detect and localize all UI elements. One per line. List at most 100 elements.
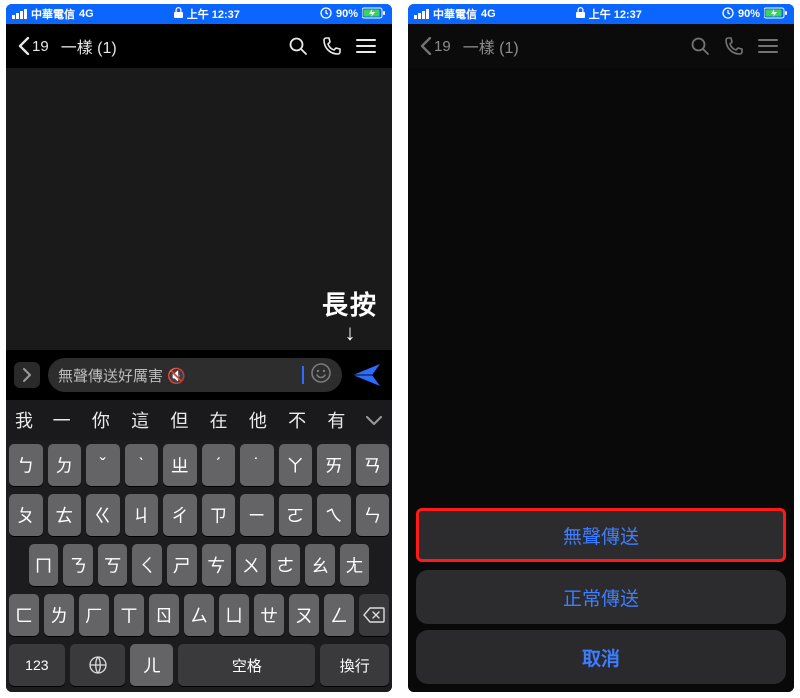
key[interactable]: ˋ xyxy=(125,444,159,486)
candidate[interactable]: 這 xyxy=(121,407,160,433)
network-label: 4G xyxy=(79,8,94,20)
candidate[interactable]: 不 xyxy=(278,407,317,433)
rotation-lock-icon xyxy=(320,7,332,22)
search-button[interactable] xyxy=(284,36,312,56)
key[interactable]: ㄡ xyxy=(289,594,319,636)
key[interactable]: ㄞ xyxy=(317,444,351,486)
phone-right: 中華電信 4G 上午 12:37 90% 19 一樣 (1) 無聲傳送 正常傳送 xyxy=(408,4,794,692)
chat-title[interactable]: 一樣 (1) xyxy=(463,34,519,58)
key[interactable]: ㄊ xyxy=(48,494,82,536)
keyboard: ㄅ ㄉ ˇ ˋ ㄓ ˊ ˙ ㄚ ㄞ ㄢ ㄆ ㄊ ㄍ ㄐ ㄔ ㄗ ㄧ ㄛ ㄟ ㄣ … xyxy=(6,440,392,692)
carrier-label: 中華電信 xyxy=(31,6,75,22)
search-icon xyxy=(690,36,710,56)
menu-button[interactable] xyxy=(352,38,380,54)
chat-area[interactable]: 長按 ↓ xyxy=(6,68,392,350)
key[interactable]: ㄔ xyxy=(163,494,197,536)
key[interactable]: ㄕ xyxy=(167,544,197,586)
key[interactable]: ㄉ xyxy=(48,444,82,486)
key[interactable]: ㄢ xyxy=(356,444,390,486)
sheet-silent-send[interactable]: 無聲傳送 xyxy=(416,508,786,562)
key[interactable]: ㄟ xyxy=(317,494,351,536)
key[interactable]: ㄣ xyxy=(356,494,390,536)
phone-icon xyxy=(322,36,342,56)
key[interactable]: ㄖ xyxy=(149,594,179,636)
candidate-bar: 我 一 你 這 但 在 他 不 有 xyxy=(6,400,392,440)
key[interactable]: ˊ xyxy=(202,444,236,486)
clock-label: 上午 12:37 xyxy=(187,6,240,22)
key[interactable]: ㄜ xyxy=(271,544,301,586)
key[interactable]: ㄧ xyxy=(240,494,274,536)
send-icon xyxy=(352,362,382,388)
key[interactable]: ㄓ xyxy=(163,444,197,486)
chevron-down-icon xyxy=(366,416,382,426)
key[interactable]: ㄦ xyxy=(130,644,173,686)
key[interactable]: ㄑ xyxy=(132,544,162,586)
call-button[interactable] xyxy=(720,36,748,56)
send-button[interactable] xyxy=(350,362,384,388)
expand-button[interactable] xyxy=(14,362,40,388)
candidate[interactable]: 一 xyxy=(42,407,81,433)
key-space[interactable]: 空格 xyxy=(178,644,315,686)
key[interactable]: ㄌ xyxy=(44,594,74,636)
key[interactable]: ㄘ xyxy=(202,544,232,586)
key[interactable]: ˙ xyxy=(240,444,274,486)
phone-left: 中華電信 4G 上午 12:37 90% 19 一樣 (1) xyxy=(6,4,392,692)
key[interactable]: ㄈ xyxy=(9,594,39,636)
menu-icon xyxy=(356,38,376,54)
candidates-expand[interactable] xyxy=(356,410,392,431)
key[interactable]: ˇ xyxy=(86,444,120,486)
globe-icon xyxy=(88,655,108,675)
message-text: 無聲傳送好厲害 🔇 xyxy=(58,365,295,386)
key[interactable]: ㄅ xyxy=(9,444,43,486)
key[interactable]: ㄥ xyxy=(324,594,354,636)
chevron-left-icon xyxy=(18,37,30,55)
key[interactable]: ㄗ xyxy=(202,494,236,536)
key-return[interactable]: 換行 xyxy=(320,644,389,686)
candidate[interactable]: 但 xyxy=(160,407,199,433)
back-button[interactable]: 19 xyxy=(18,37,49,55)
phone-icon xyxy=(724,36,744,56)
key[interactable]: ㄆ xyxy=(9,494,43,536)
key-delete[interactable] xyxy=(359,594,389,636)
key[interactable]: ㄇ xyxy=(29,544,59,586)
lock-icon xyxy=(576,7,585,21)
candidate[interactable]: 在 xyxy=(199,407,238,433)
battery-label: 90% xyxy=(738,8,760,20)
chat-title[interactable]: 一樣 (1) xyxy=(61,34,117,58)
key[interactable]: ㄠ xyxy=(305,544,335,586)
key[interactable]: ㄛ xyxy=(279,494,313,536)
candidate[interactable]: 有 xyxy=(317,407,356,433)
key[interactable]: ㄚ xyxy=(279,444,313,486)
key[interactable]: ㄨ xyxy=(236,544,266,586)
delete-icon xyxy=(363,607,385,623)
message-input[interactable]: 無聲傳送好厲害 🔇 xyxy=(48,358,342,392)
key[interactable]: ㄍ xyxy=(86,494,120,536)
candidate[interactable]: 我 xyxy=(6,407,42,433)
candidate[interactable]: 他 xyxy=(238,407,277,433)
key[interactable]: ㄐ xyxy=(125,494,159,536)
carrier-label: 中華電信 xyxy=(433,6,477,22)
key[interactable]: ㄎ xyxy=(98,544,128,586)
back-count: 19 xyxy=(434,38,451,55)
chat-header: 19 一樣 (1) xyxy=(408,24,794,68)
annotation-label: 長按 xyxy=(322,285,378,322)
status-bar: 中華電信 4G 上午 12:37 90% xyxy=(408,4,794,24)
menu-button[interactable] xyxy=(754,38,782,54)
key[interactable]: ㄙ xyxy=(184,594,214,636)
sheet-cancel[interactable]: 取消 xyxy=(416,630,786,684)
search-button[interactable] xyxy=(686,36,714,56)
key[interactable]: ㄝ xyxy=(254,594,284,636)
candidate[interactable]: 你 xyxy=(81,407,120,433)
key[interactable]: ㄒ xyxy=(114,594,144,636)
key-globe[interactable] xyxy=(70,644,126,686)
key[interactable]: ㄋ xyxy=(63,544,93,586)
key[interactable]: ㄤ xyxy=(340,544,370,586)
sheet-normal-send[interactable]: 正常傳送 xyxy=(416,570,786,624)
call-button[interactable] xyxy=(318,36,346,56)
key[interactable]: ㄏ xyxy=(79,594,109,636)
emoji-button[interactable] xyxy=(310,362,332,389)
key[interactable]: ㄩ xyxy=(219,594,249,636)
status-bar: 中華電信 4G 上午 12:37 90% xyxy=(6,4,392,24)
back-button[interactable]: 19 xyxy=(420,37,451,55)
key-123[interactable]: 123 xyxy=(9,644,65,686)
